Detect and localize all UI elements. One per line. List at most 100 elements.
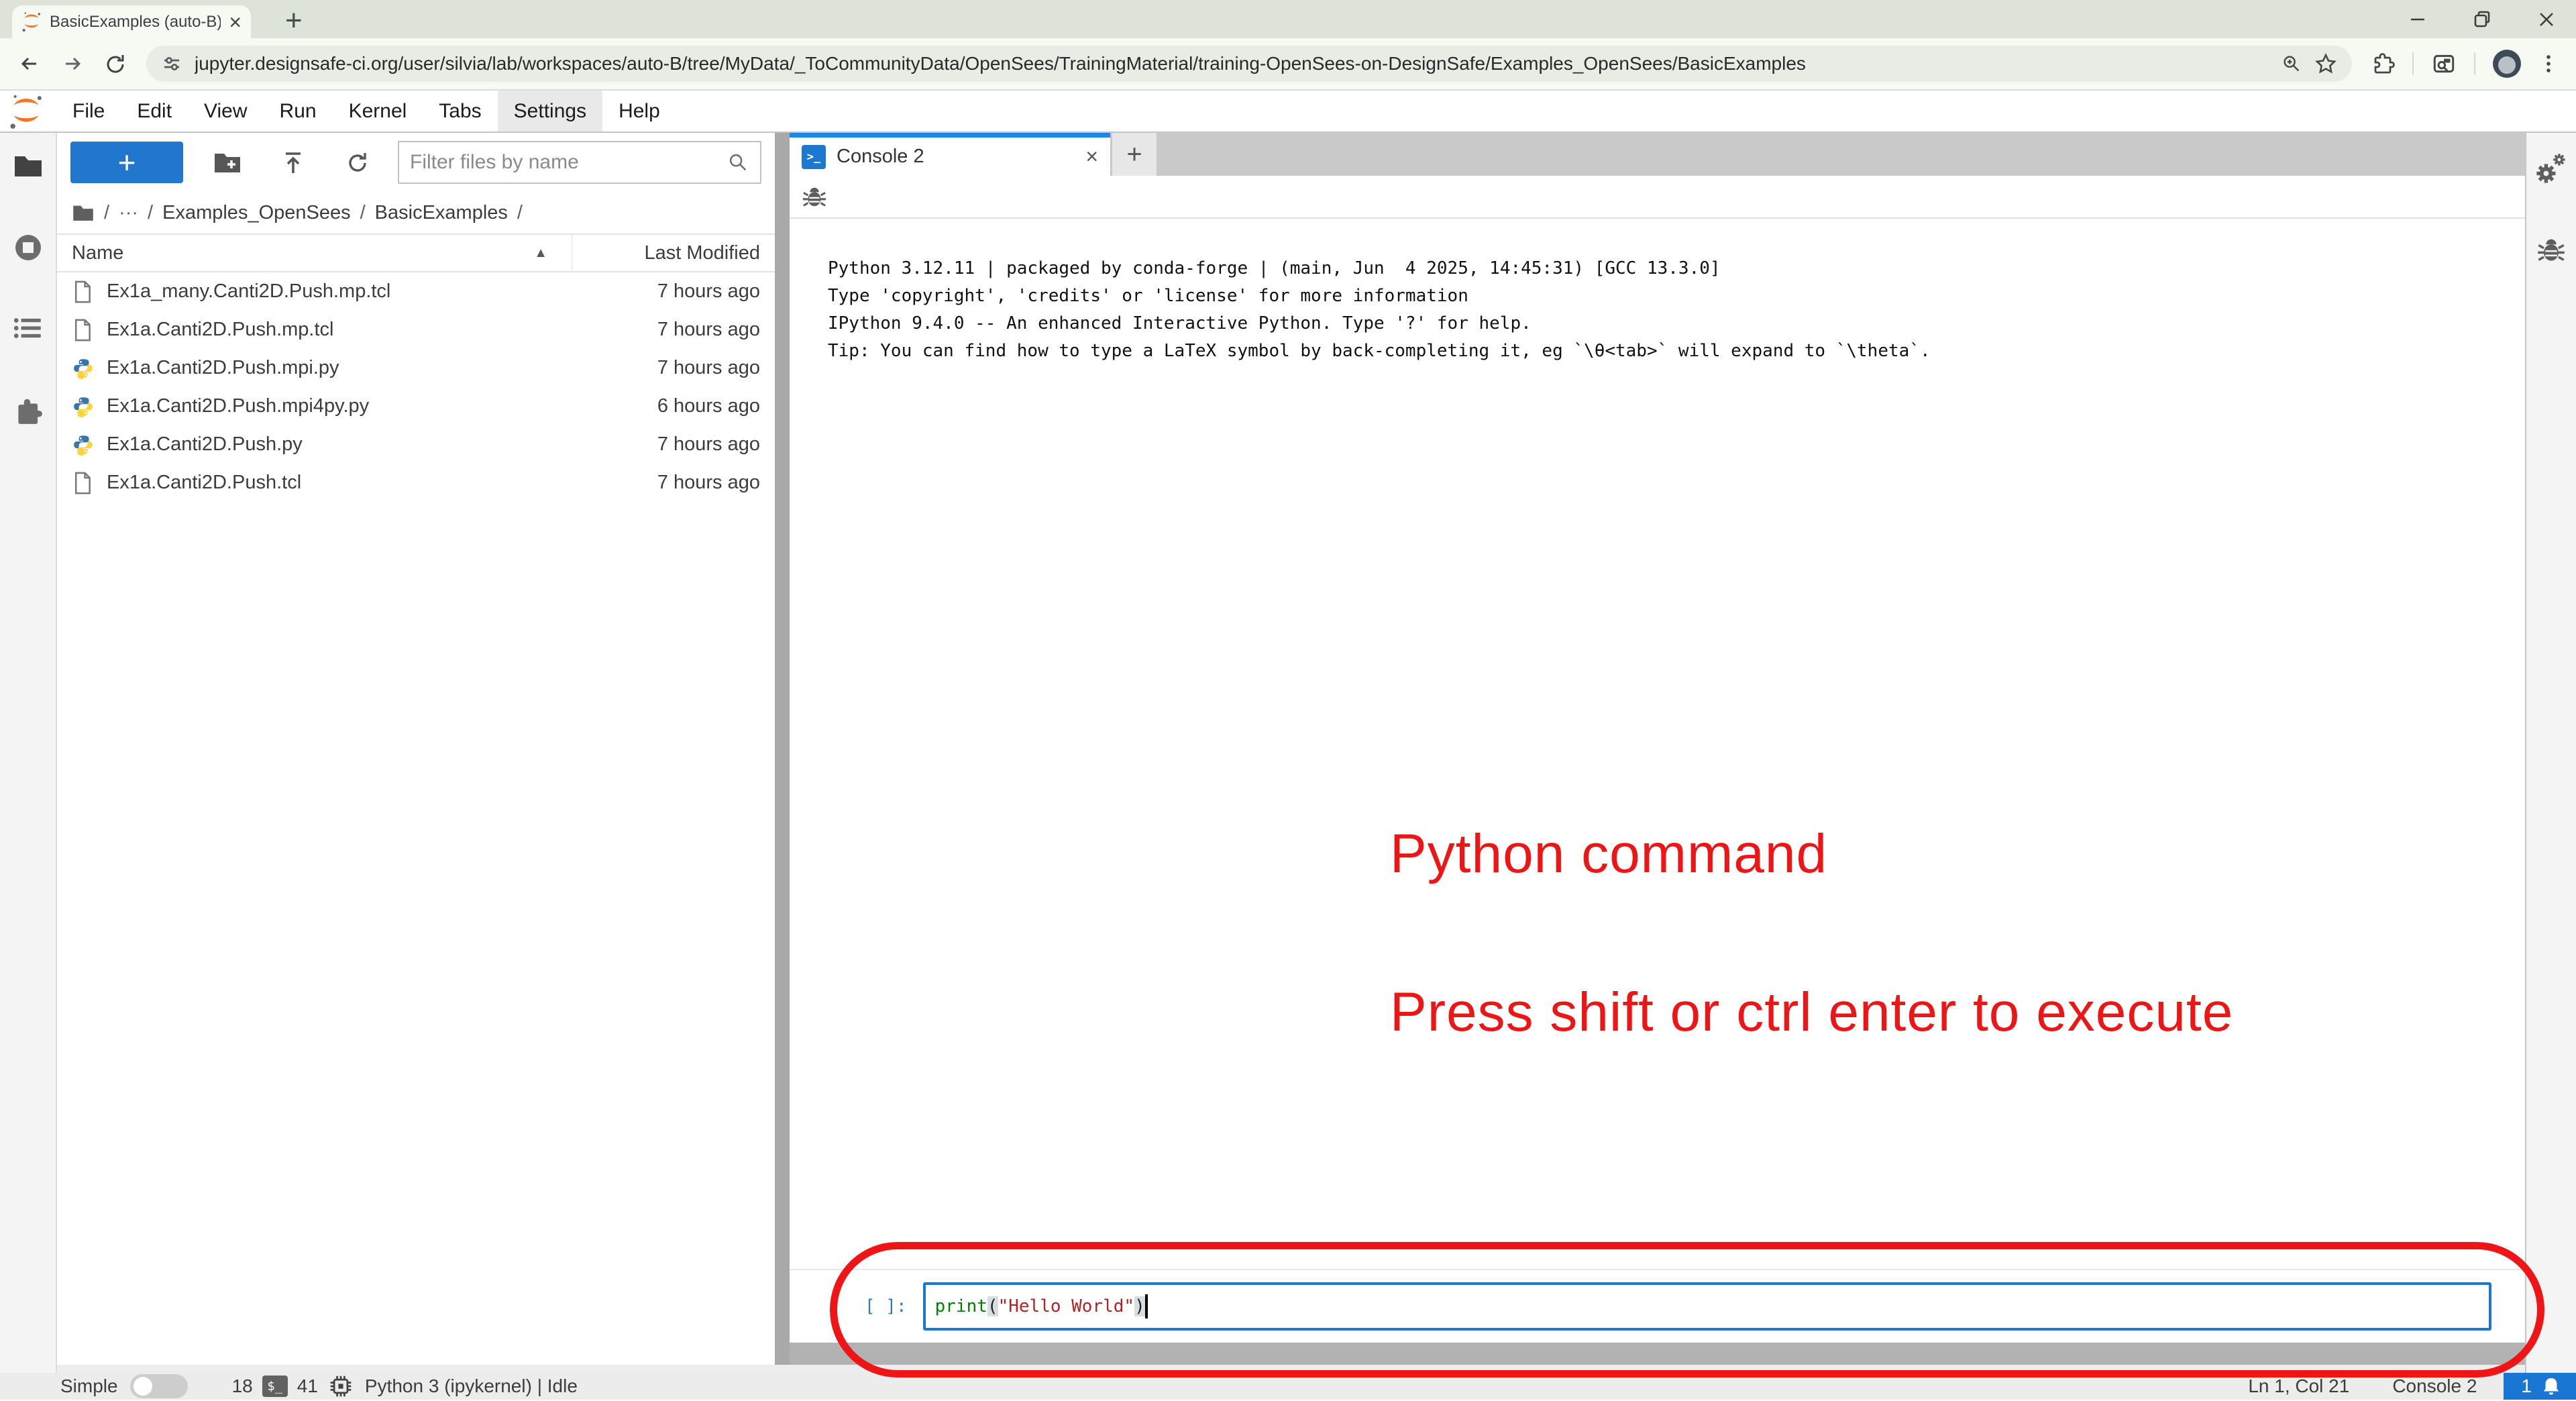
file-modified-time: 6 hours ago [657, 395, 760, 417]
upload-icon[interactable] [280, 148, 307, 177]
kernel-status[interactable]: Python 3 (ipykernel) | Idle [365, 1376, 578, 1397]
window-restore-icon[interactable] [2473, 10, 2491, 29]
file-browser-tab-icon[interactable] [13, 150, 44, 181]
console-tab-close-icon[interactable]: × [1085, 144, 1098, 169]
new-launcher-button[interactable]: + [70, 142, 183, 183]
file-modified-time: 7 hours ago [657, 433, 760, 456]
running-kernels-tab-icon[interactable] [13, 232, 44, 263]
python-file-icon [72, 395, 95, 418]
console-panel: >_ Console 2 × + Python 3.12.11 | packag… [790, 133, 2525, 1365]
table-row[interactable]: Ex1a.Canti2D.Push.py7 hours ago [57, 425, 775, 464]
screen: BasicExamples (auto-B) - Jupyte × + jupy… [0, 0, 2576, 1401]
file-icon [72, 471, 93, 495]
menu-kernel[interactable]: Kernel [333, 91, 423, 132]
text-cursor [1145, 1294, 1148, 1318]
breadcrumb: /···/Examples_OpenSees/BasicExamples/ [57, 192, 775, 234]
url-bar[interactable]: jupyter.designsafe-ci.org/user/silvia/la… [146, 46, 2352, 82]
bookmark-star-icon[interactable] [2314, 52, 2337, 75]
code-input[interactable]: print("Hello World") [923, 1282, 2491, 1331]
filter-files-input[interactable] [410, 151, 720, 174]
menu-tabs[interactable]: Tabs [423, 91, 497, 132]
file-name: Ex1a.Canti2D.Push.tcl [107, 472, 657, 494]
menu-edit[interactable]: Edit [121, 91, 188, 132]
browser-menu-icon[interactable] [2538, 52, 2559, 75]
file-browser-panel: + /···/Examples_OpenSees/BasicExamples/ … [57, 133, 775, 1365]
search-tabs-icon[interactable] [2431, 51, 2457, 76]
table-row[interactable]: Ex1a.Canti2D.Push.mp.tcl7 hours ago [57, 311, 775, 349]
property-inspector-gears-icon[interactable] [2534, 152, 2569, 187]
debugger-sidebar-bug-icon[interactable] [2536, 235, 2566, 264]
code-token-open-paren: ( [987, 1296, 998, 1316]
console-toolbar [790, 176, 2525, 219]
console-bottom-edge [790, 1343, 2525, 1365]
new-folder-icon[interactable] [213, 148, 242, 177]
extension-manager-tab-icon[interactable] [13, 396, 44, 427]
breadcrumb-separator[interactable]: ··· [119, 202, 138, 224]
table-row[interactable]: Ex1a.Canti2D.Push.mpi4py.py6 hours ago [57, 387, 775, 425]
notifications-count: 1 [2521, 1376, 2532, 1397]
jupyterlab-menubar: FileEditViewRunKernelTabsSettingsHelp [0, 91, 2576, 133]
tab-close-icon[interactable]: × [229, 11, 241, 33]
panel-divider[interactable] [775, 133, 790, 1365]
search-icon [727, 151, 749, 174]
browser-tab-strip: BasicExamples (auto-B) - Jupyte × + [0, 0, 2576, 38]
terminal-icon: $_ [262, 1376, 288, 1397]
column-header-modified[interactable]: Last Modified [572, 235, 760, 271]
reload-icon[interactable] [103, 52, 127, 76]
cursor-position[interactable]: Ln 1, Col 21 [2248, 1376, 2349, 1397]
annotation-python-command: Python command [1390, 823, 1827, 886]
file-browser-toolbar: + [57, 133, 775, 192]
left-activity-bar [0, 133, 57, 1373]
breadcrumb-separator: / [104, 202, 109, 224]
table-row[interactable]: Ex1a.Canti2D.Push.tcl7 hours ago [57, 464, 775, 502]
terminals-count[interactable]: 18 [232, 1376, 253, 1397]
console-icon: >_ [802, 145, 826, 169]
home-folder-icon[interactable] [72, 203, 95, 223]
table-row[interactable]: Ex1a_many.Canti2D.Push.mp.tcl7 hours ago [57, 272, 775, 311]
profile-avatar[interactable] [2493, 50, 2521, 78]
zoom-icon[interactable] [2281, 53, 2302, 74]
table-row[interactable]: Ex1a.Canti2D.Push.mpi.py7 hours ago [57, 349, 775, 387]
python-file-icon [72, 357, 95, 380]
extensions-icon[interactable] [2371, 52, 2395, 76]
notifications-badge[interactable]: 1 [2504, 1373, 2576, 1400]
jupyter-logo [5, 93, 47, 130]
menu-file[interactable]: File [56, 91, 121, 132]
kernels-count[interactable]: 41 [297, 1376, 318, 1397]
new-browser-tab-button[interactable]: + [285, 4, 303, 38]
forward-icon[interactable] [60, 52, 85, 76]
browser-tab-title: BasicExamples (auto-B) - Jupyte [50, 13, 221, 32]
breadcrumb-segment[interactable]: Examples_OpenSees [162, 202, 351, 224]
url-text[interactable]: jupyter.designsafe-ci.org/user/silvia/la… [195, 53, 2269, 74]
back-icon[interactable] [17, 52, 42, 76]
jupyter-favicon [21, 11, 42, 33]
menu-settings[interactable]: Settings [498, 91, 602, 132]
breadcrumb-segment[interactable]: BasicExamples [375, 202, 508, 224]
debugger-bug-icon[interactable] [802, 184, 827, 209]
python-file-icon [72, 433, 95, 456]
active-console-label[interactable]: Console 2 [2392, 1376, 2477, 1397]
breadcrumb-separator: / [517, 202, 523, 224]
file-modified-time: 7 hours ago [657, 280, 760, 303]
filter-files-box[interactable] [398, 141, 761, 184]
refresh-icon[interactable] [344, 148, 371, 177]
annotation-press-shift: Press shift or ctrl enter to execute [1390, 981, 2233, 1044]
workspace: + /···/Examples_OpenSees/BasicExamples/ … [0, 133, 2576, 1373]
menu-view[interactable]: View [188, 91, 263, 132]
new-tab-button[interactable]: + [1112, 133, 1157, 176]
browser-toolbar: jupyter.designsafe-ci.org/user/silvia/la… [0, 38, 2576, 91]
window-minimize-icon[interactable] [2408, 10, 2427, 29]
menu-run[interactable]: Run [264, 91, 333, 132]
menu-help[interactable]: Help [602, 91, 676, 132]
simple-mode-toggle[interactable] [130, 1374, 188, 1398]
console-output-area[interactable]: Python 3.12.11 | packaged by conda-forge… [790, 219, 2525, 1269]
sort-ascending-icon[interactable]: ▲ [534, 246, 572, 261]
table-of-contents-tab-icon[interactable] [13, 313, 44, 344]
browser-tab[interactable]: BasicExamples (auto-B) - Jupyte × [12, 5, 251, 38]
window-close-icon[interactable] [2537, 10, 2556, 29]
tab-console-2[interactable]: >_ Console 2 × [790, 133, 1110, 176]
column-header-name[interactable]: Name [72, 242, 123, 264]
file-list-header: Name ▲ Last Modified [57, 234, 775, 272]
file-icon [72, 280, 93, 304]
site-info-icon[interactable] [161, 53, 182, 74]
